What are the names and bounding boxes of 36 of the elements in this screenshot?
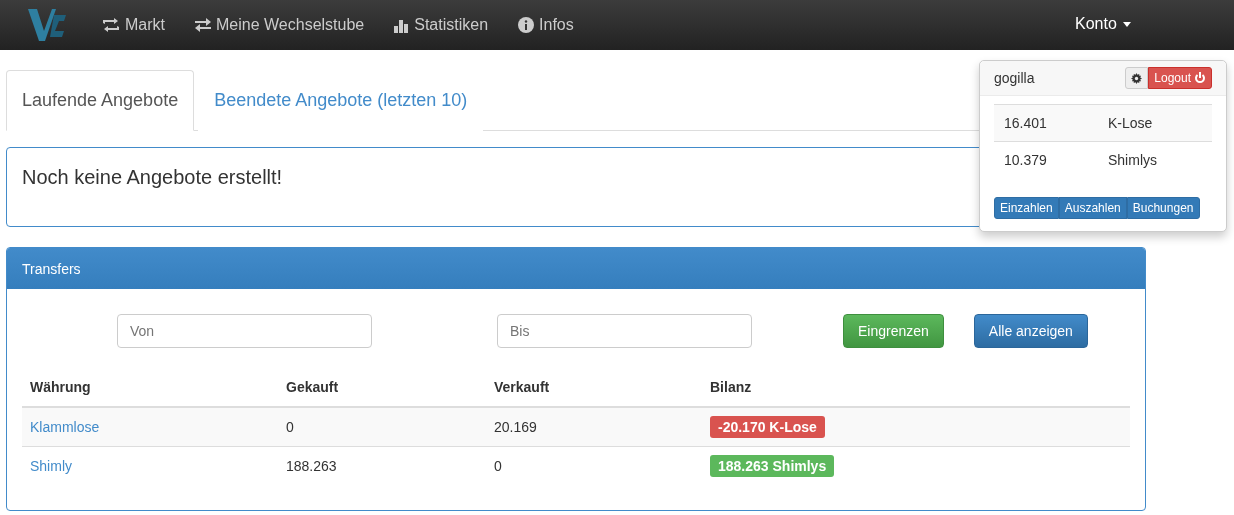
logout-button[interactable]: Logout <box>1148 67 1212 89</box>
logo-icon[interactable] <box>28 7 68 43</box>
from-field[interactable]: Von <box>117 314 372 348</box>
account-action-button[interactable]: Buchungen <box>1126 197 1200 219</box>
balance-label: -20.170 K-Lose <box>710 416 825 438</box>
nav-link[interactable]: Statistiken <box>394 16 489 34</box>
table-cell: 20.169 <box>486 407 702 447</box>
power-icon <box>1194 72 1206 84</box>
currency-link[interactable]: Klammlose <box>30 419 100 435</box>
caret-icon <box>1122 21 1131 27</box>
table-cell: 0 <box>278 407 486 447</box>
nav-link[interactable]: Meine Wechselstube <box>195 16 365 34</box>
balance-currency: K-Lose <box>1108 115 1153 131</box>
info-icon <box>518 17 535 33</box>
repeat-icon <box>102 18 120 32</box>
nav-link[interactable]: Markt <box>102 16 165 34</box>
table-cell: 188.263 <box>278 446 486 485</box>
table-cell: 0 <box>486 446 702 485</box>
tab[interactable]: Laufende Angebote <box>6 70 195 131</box>
username: gogilla <box>994 70 1035 86</box>
account-action-button[interactable]: Auszahlen <box>1058 197 1127 219</box>
balance-amount: 16.401 <box>1004 115 1048 131</box>
balance-amount: 10.379 <box>1004 152 1048 168</box>
account-action-button[interactable]: Einzahlen <box>994 197 1059 219</box>
account-dropdown[interactable]: Konto <box>1075 15 1131 33</box>
to-field[interactable]: Bis <box>497 314 752 348</box>
show-all-button[interactable]: Alle anzeigen <box>973 314 1088 348</box>
swap-arrows-icon <box>195 18 211 32</box>
balance-label: 188.263 Shimlys <box>710 455 835 477</box>
filter-button[interactable]: Eingrenzen <box>843 314 944 348</box>
settings-button[interactable] <box>1125 67 1149 89</box>
settings-icon <box>1131 72 1143 84</box>
nav-link[interactable]: Infos <box>518 16 574 34</box>
panel-title: Transfers <box>7 248 1145 289</box>
bar-chart-icon <box>394 17 410 33</box>
currency-link[interactable]: Shimly <box>30 458 72 474</box>
